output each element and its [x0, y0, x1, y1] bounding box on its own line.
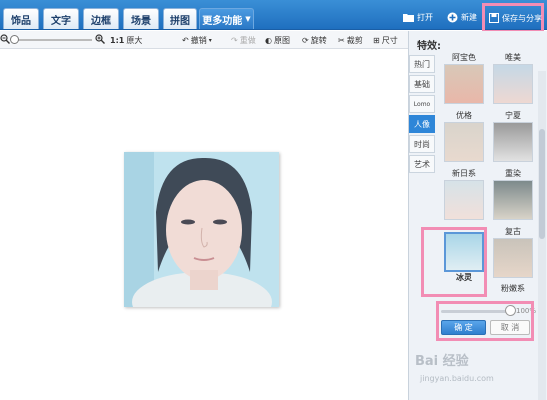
floppy-disk-icon	[488, 13, 499, 24]
undo-button[interactable]: ↶ 撤销 ▾	[182, 34, 212, 46]
edited-photo[interactable]	[124, 152, 279, 307]
ratio-label: 1:1	[110, 35, 125, 45]
save-share-label: 保存与分享	[502, 13, 542, 23]
rotate-icon: ⟳	[302, 35, 309, 45]
effect-thumbnail	[493, 122, 533, 162]
tab-collage[interactable]: 拼图	[163, 8, 197, 29]
tab-scene[interactable]: 场景	[123, 8, 159, 29]
original-size-button[interactable]: 1:1 原大	[110, 34, 142, 46]
tab-more-functions[interactable]: 更多功能 ▼	[199, 8, 254, 29]
redo-icon: ↷	[231, 35, 238, 45]
undo-icon: ↶	[182, 35, 189, 45]
redo-label: 重做	[239, 35, 256, 45]
scissors-icon: ✂	[338, 35, 345, 45]
undo-label: 撤销	[190, 35, 207, 45]
original-size-label: 原大	[126, 35, 143, 45]
tab-label: 更多功能	[202, 15, 243, 27]
scrollbar-thumb[interactable]	[539, 129, 545, 239]
zoom-out-icon[interactable]	[0, 33, 10, 45]
category-label: 热门	[414, 59, 430, 69]
tab-label: 饰品	[11, 15, 31, 27]
effect-label: 唯美	[505, 53, 521, 62]
effects-scrollbar[interactable]	[538, 71, 546, 400]
crop-button[interactable]: ✂ 裁剪	[338, 34, 363, 46]
effect-label: 复古	[505, 227, 521, 236]
effect-thumbnail	[493, 238, 533, 278]
category-portrait[interactable]: 人像	[409, 115, 435, 133]
effect-thumbnail	[444, 64, 484, 104]
effect-thumbnail	[444, 122, 484, 162]
chevron-down-icon: ▾	[208, 36, 212, 44]
tab-label: 文字	[51, 15, 71, 27]
zoom-slider-handle[interactable]	[10, 35, 19, 44]
effect-item[interactable]: 优格	[440, 110, 488, 162]
effect-item[interactable]: 新日系	[440, 168, 488, 220]
size-label: 尺寸	[381, 35, 398, 45]
plus-circle-icon	[447, 12, 458, 23]
rotate-label: 旋转	[310, 35, 327, 45]
adjust-controls-highlight	[436, 301, 534, 341]
watermark-url: jingyan.baidu.com	[420, 374, 494, 383]
effect-label: 阿宝色	[452, 53, 476, 62]
effect-item[interactable]: 唯美	[489, 52, 537, 104]
selected-effect-highlight	[421, 227, 487, 297]
crop-label: 裁剪	[346, 35, 363, 45]
top-menu-bar: 饰品 文字 边框 场景 拼图 更多功能 ▼ 打开 新建	[0, 0, 547, 30]
category-basic[interactable]: 基础	[409, 75, 435, 93]
effect-thumbnail	[444, 180, 484, 220]
tab-accessories[interactable]: 饰品	[3, 8, 39, 29]
new-label: 新建	[461, 12, 477, 22]
zoom-slider-track[interactable]	[12, 39, 92, 41]
category-art[interactable]: 艺术	[409, 155, 435, 173]
effect-label: 粉嫩系	[501, 284, 525, 293]
edit-toolbar: 1:1 原大 ↶ 撤销 ▾ ↷ 重做 ◐ 原图 ⟳ 旋转 ✂ 裁剪 ⊞ 尺寸	[0, 31, 410, 49]
category-label: 时尚	[414, 139, 430, 149]
effect-item[interactable]: 复古	[489, 226, 537, 278]
new-button[interactable]: 新建	[447, 9, 477, 25]
effect-item[interactable]: 粉嫩系	[489, 283, 537, 294]
effect-item[interactable]: 阿宝色	[440, 52, 488, 104]
category-label: 人像	[414, 119, 430, 129]
folder-icon	[403, 12, 414, 23]
open-button[interactable]: 打开	[403, 9, 433, 25]
tab-label: 场景	[131, 15, 151, 27]
compare-label: 原图	[273, 35, 290, 45]
category-label: 艺术	[414, 159, 430, 169]
effects-panel: 特效: 热门 基础 Lomo 人像 时尚 艺术 阿宝色 唯美 优格 宁夏 新日系…	[408, 31, 547, 400]
effect-label: 新日系	[452, 169, 476, 178]
effect-thumbnail	[493, 64, 533, 104]
tab-label: 边框	[91, 15, 111, 27]
effect-thumbnail	[493, 180, 533, 220]
tab-text[interactable]: 文字	[43, 8, 79, 29]
watermark-logo: Bai 经验	[415, 354, 469, 369]
canvas-area[interactable]	[0, 49, 410, 400]
rotate-button[interactable]: ⟳ 旋转	[302, 34, 327, 46]
category-fashion[interactable]: 时尚	[409, 135, 435, 153]
effect-label: 宁夏	[505, 111, 521, 120]
category-hot[interactable]: 热门	[409, 55, 435, 73]
resize-icon: ⊞	[373, 35, 380, 45]
open-label: 打开	[417, 12, 433, 22]
resize-button[interactable]: ⊞ 尺寸	[373, 34, 398, 46]
compare-button[interactable]: ◐ 原图	[265, 34, 290, 46]
effect-label: 优格	[456, 111, 472, 120]
category-label: 基础	[414, 79, 430, 89]
category-label: Lomo	[413, 100, 431, 108]
chevron-down-icon: ▼	[245, 15, 251, 23]
save-share-button[interactable]: 保存与分享	[488, 10, 542, 26]
tab-border[interactable]: 边框	[83, 8, 119, 29]
compare-icon: ◐	[265, 35, 272, 45]
redo-button[interactable]: ↷ 重做	[231, 34, 256, 46]
effect-item[interactable]: 宁夏	[489, 110, 537, 162]
tab-label: 拼图	[170, 15, 190, 27]
effect-item[interactable]: 重染	[489, 168, 537, 220]
category-lomo[interactable]: Lomo	[409, 95, 435, 113]
effects-title: 特效:	[417, 41, 441, 52]
effect-label: 重染	[505, 169, 521, 178]
zoom-in-icon[interactable]	[95, 33, 105, 45]
